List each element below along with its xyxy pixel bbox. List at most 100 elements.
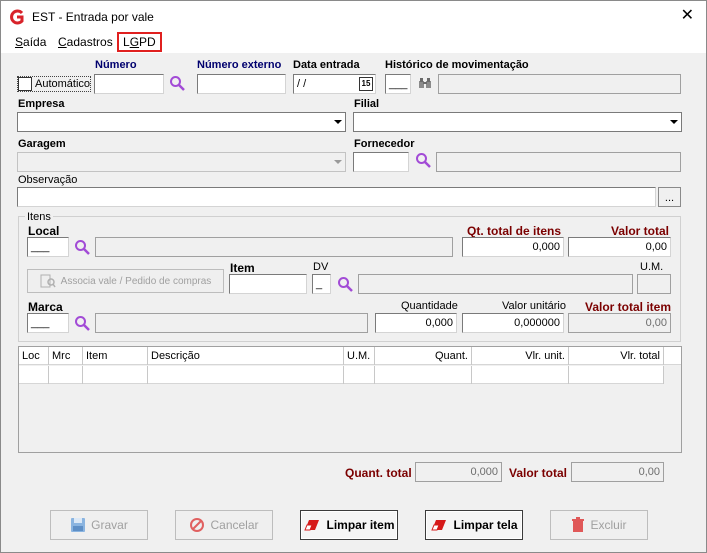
quantidade-value: 0,000 <box>425 317 453 329</box>
search-icon[interactable] <box>74 239 90 255</box>
grid-cell[interactable] <box>83 366 148 384</box>
empresa-label: Empresa <box>18 98 65 110</box>
menu-saida[interactable]: Saída <box>15 35 46 49</box>
dv-value: _ <box>316 278 323 290</box>
marca-code-input[interactable]: ___ <box>27 313 69 333</box>
limpar-tela-button[interactable]: Limpar tela <box>425 510 523 540</box>
numero-label: Número <box>95 59 137 71</box>
filial-label: Filial <box>354 98 380 110</box>
historico-code-input[interactable]: ___ <box>385 74 411 94</box>
limpar-item-label: Limpar item <box>326 518 395 532</box>
grid-col-um[interactable]: U.M. <box>344 347 375 365</box>
numero-externo-label: Número externo <box>197 59 282 71</box>
marca-desc-field <box>95 313 368 333</box>
grid-cell[interactable] <box>49 366 83 384</box>
associa-vale-label: Associa vale / Pedido de compras <box>60 275 212 287</box>
main-window: EST - Entrada por vale ✕ Saída Cadastros… <box>0 0 707 553</box>
filial-select[interactable] <box>353 112 682 132</box>
empresa-select[interactable] <box>17 112 346 132</box>
menu-cadastros-mnemonic: C <box>58 35 67 49</box>
items-grid[interactable]: Loc Mrc Item Descrição U.M. Quant. Vlr. … <box>18 346 682 453</box>
cancel-icon <box>190 518 205 532</box>
valor-total-item-label: Valor total item <box>585 300 672 314</box>
grid-col-quant[interactable]: Quant. <box>375 347 472 365</box>
grid-cell[interactable] <box>569 366 664 384</box>
observacao-more-button[interactable]: ... <box>658 187 681 207</box>
menu-saida-mnemonic: S <box>15 35 24 49</box>
qt-total-itens-value: 0,000 <box>532 241 560 253</box>
garagem-select[interactable] <box>17 152 346 172</box>
app-logo-icon <box>10 9 24 25</box>
observacao-input[interactable] <box>17 187 656 207</box>
qt-total-itens-field: 0,000 <box>462 237 564 257</box>
eraser-icon <box>431 520 447 531</box>
close-button[interactable]: ✕ <box>681 8 694 24</box>
item-desc-field <box>358 274 633 294</box>
grid-col-descricao[interactable]: Descrição <box>148 347 344 365</box>
observacao-label: Observação <box>18 174 78 186</box>
valor-total-bottom-field: 0,00 <box>571 462 664 482</box>
calendar-icon[interactable]: 15 <box>359 77 373 91</box>
grid-cell[interactable] <box>472 366 569 384</box>
document-search-icon <box>40 274 56 288</box>
menu-lgpd-mnemonic: G <box>129 35 140 49</box>
grid-col-loc[interactable]: Loc <box>19 347 49 365</box>
grid-col-item[interactable]: Item <box>83 347 148 365</box>
search-icon[interactable] <box>169 75 185 91</box>
menu-lgpd[interactable]: LGPD <box>117 32 162 52</box>
item-label: Item <box>230 261 255 275</box>
valor-total-item-value: 0,00 <box>645 317 667 329</box>
menu-cadastros[interactable]: Cadastros <box>58 35 113 49</box>
menu-cadastros-label: adastros <box>66 35 113 49</box>
binoculars-icon[interactable] <box>418 77 432 89</box>
search-icon[interactable] <box>415 152 431 168</box>
associa-vale-button[interactable]: Associa vale / Pedido de compras <box>27 269 224 293</box>
save-icon <box>71 518 86 532</box>
quantidade-label: Quantidade <box>401 300 458 312</box>
local-code-input[interactable]: ___ <box>27 237 69 257</box>
dv-input[interactable]: _ <box>312 274 331 294</box>
item-input[interactable] <box>229 274 307 294</box>
historico-code-value: ___ <box>389 78 408 90</box>
marca-code-value: ___ <box>31 317 50 329</box>
dv-label: DV <box>313 261 329 273</box>
numero-externo-input[interactable] <box>197 74 286 94</box>
table-row[interactable] <box>19 366 664 384</box>
historico-label: Histórico de movimentação <box>385 59 529 71</box>
itens-group-label: Itens <box>25 211 53 223</box>
fornecedor-label: Fornecedor <box>354 138 415 150</box>
search-icon[interactable] <box>337 276 353 292</box>
grid-col-vlr-total[interactable]: Vlr. total <box>569 347 664 365</box>
data-entrada-label: Data entrada <box>293 59 360 71</box>
quantidade-input[interactable]: 0,000 <box>375 313 457 333</box>
search-icon[interactable] <box>74 315 90 331</box>
grid-col-vlr-unit[interactable]: Vlr. unit. <box>472 347 569 365</box>
grid-cell[interactable] <box>19 366 49 384</box>
valor-unitario-input[interactable]: 0,000000 <box>462 313 564 333</box>
gravar-button[interactable]: Gravar <box>50 510 148 540</box>
limpar-item-button[interactable]: Limpar item <box>300 510 398 540</box>
historico-desc-field <box>438 74 681 94</box>
menu-bar: Saída Cadastros LGPD <box>1 31 706 53</box>
data-entrada-input[interactable]: / / 15 <box>293 74 376 94</box>
excluir-label: Excluir <box>590 518 627 532</box>
grid-cell[interactable] <box>148 366 344 384</box>
valor-unitario-value: 0,000000 <box>514 317 560 329</box>
quant-total-value: 0,000 <box>470 466 498 478</box>
cancelar-button[interactable]: Cancelar <box>175 510 273 540</box>
gravar-label: Gravar <box>91 518 128 532</box>
excluir-button[interactable]: Excluir <box>550 510 648 540</box>
numero-input[interactable] <box>94 74 164 94</box>
title-bar: EST - Entrada por vale ✕ <box>1 1 706 31</box>
um-field <box>637 274 671 294</box>
automatico-label: Automático <box>35 78 91 90</box>
menu-lgpd-label-a: L <box>123 35 130 49</box>
grid-cell[interactable] <box>344 366 375 384</box>
grid-cell[interactable] <box>375 366 472 384</box>
local-label: Local <box>28 224 60 238</box>
automatico-checkbox[interactable]: Automático <box>17 76 91 92</box>
local-desc-field <box>95 237 453 257</box>
chevron-down-icon <box>670 120 678 124</box>
grid-col-mrc[interactable]: Mrc <box>49 347 83 365</box>
fornecedor-code-input[interactable] <box>353 152 409 172</box>
